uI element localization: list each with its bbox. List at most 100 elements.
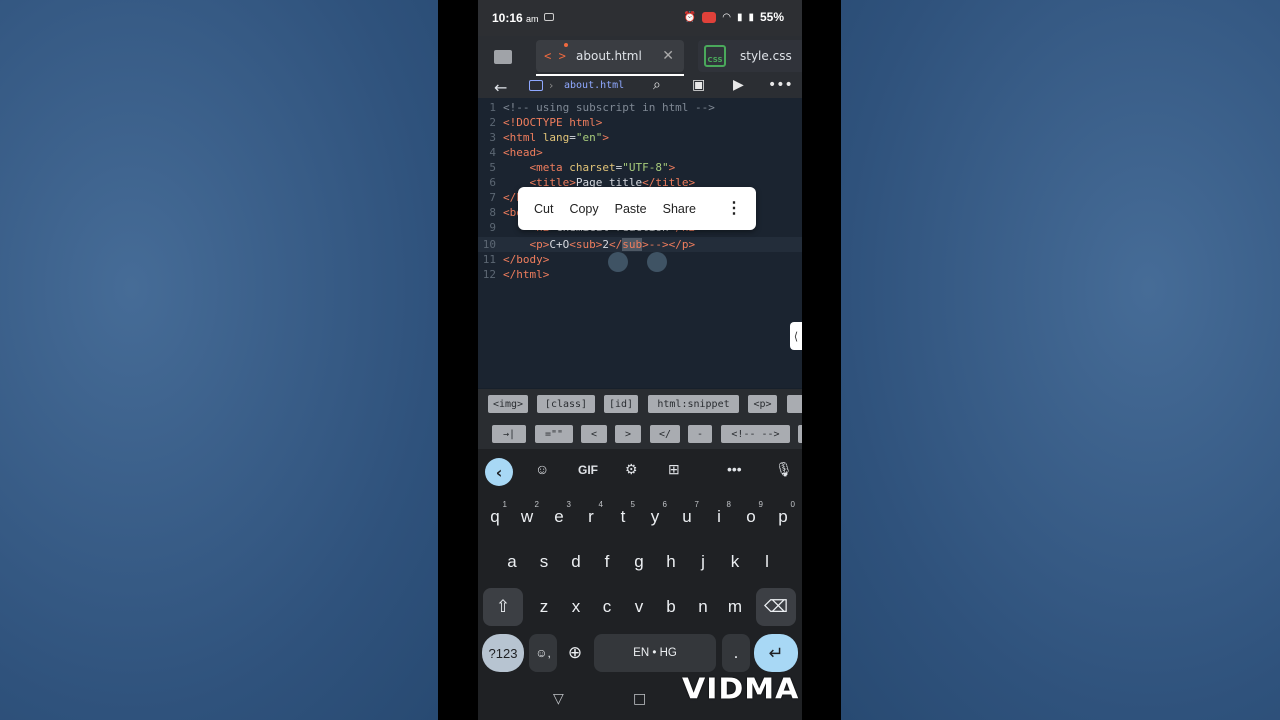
sticker-icon[interactable]: ☺	[535, 461, 549, 477]
key-h[interactable]: h	[657, 543, 685, 581]
key-w[interactable]: w2	[513, 498, 541, 536]
snippet-bar: <img> [class] [id] html:snippet <p>	[478, 389, 802, 419]
soft-keyboard: ‹ ☺ GIF ⚙ ⊞ ••• 🎙 q1 w2 e3 r4 t5 y6 u7 i…	[478, 449, 802, 685]
period-key[interactable]: .	[722, 634, 750, 672]
share-button[interactable]: Share	[663, 202, 696, 216]
selection-handle-right[interactable]	[647, 252, 667, 272]
enter-icon[interactable]: ↵	[754, 634, 798, 672]
microphone-icon[interactable]: 🎙	[775, 461, 793, 478]
copy-button[interactable]: Copy	[569, 202, 598, 216]
key-k[interactable]: k	[721, 543, 749, 581]
key-g[interactable]: g	[625, 543, 653, 581]
run-icon[interactable]: ▶	[733, 77, 744, 93]
code-line: 2 <!DOCTYPE html>	[489, 116, 603, 129]
symbol-chip[interactable]: >	[615, 425, 641, 443]
screen-record-icon	[544, 13, 554, 21]
symbols-key[interactable]: ?123	[482, 634, 524, 672]
key-e[interactable]: e3	[545, 498, 573, 536]
nav-back-icon[interactable]: ▽	[553, 691, 564, 707]
search-icon[interactable]: ⌕	[653, 77, 661, 93]
code-line: 1 <!-- using subscript in html -->	[489, 101, 715, 114]
code-line: 3 <html lang="en">	[489, 131, 609, 144]
code-line-current: 10 <p>C+O<sub>2</sub>--></p>	[478, 237, 802, 252]
backspace-icon[interactable]: ⌫	[756, 588, 796, 626]
tab-style-css[interactable]: CSS style.css	[698, 40, 802, 72]
symbol-chip[interactable]: </	[650, 425, 680, 443]
space-key[interactable]: EN • HG	[594, 634, 716, 672]
selection-handle-left[interactable]	[608, 252, 628, 272]
snippet-chip[interactable]: [class]	[537, 395, 595, 413]
tab-about-html[interactable]: < > about.html ✕	[536, 40, 684, 76]
paste-button[interactable]: Paste	[615, 202, 647, 216]
symbol-chip[interactable]: <!-- -->	[721, 425, 790, 443]
snippet-chip[interactable]: <img>	[488, 395, 528, 413]
key-o[interactable]: o9	[737, 498, 765, 536]
translate-icon[interactable]: ⊞	[668, 461, 680, 478]
key-r[interactable]: r4	[577, 498, 605, 536]
keyboard-toolbar: ‹ ☺ GIF ⚙ ⊞ ••• 🎙	[478, 449, 802, 493]
key-l[interactable]: l	[753, 543, 781, 581]
more-horiz-icon[interactable]: •••	[727, 461, 742, 477]
phone-screen: 10:16 am ⏰ ◠ ▮ ▮ 55% < > about.html ✕ CS…	[478, 0, 802, 720]
editor-toolbar: ← › about.html ⌕ ▣ ▶ •••	[478, 76, 802, 98]
key-c[interactable]: c	[593, 588, 621, 626]
code-editor[interactable]: 1 <!-- using subscript in html --> 2 <!DOC…	[478, 98, 802, 388]
save-icon[interactable]: ▣	[692, 77, 705, 93]
tab-label: style.css	[740, 49, 792, 63]
key-d[interactable]: d	[562, 543, 590, 581]
breadcrumb-folder-icon	[529, 80, 543, 91]
nav-home-icon[interactable]: □	[633, 691, 646, 707]
tab-label: about.html	[576, 49, 642, 63]
snippet-chip[interactable]: <p>	[748, 395, 777, 413]
back-arrow-icon[interactable]: ←	[494, 78, 507, 97]
gif-button[interactable]: GIF	[578, 463, 598, 477]
globe-icon[interactable]: ⊕	[561, 634, 589, 672]
key-m[interactable]: m	[721, 588, 749, 626]
key-i[interactable]: i8	[705, 498, 733, 536]
symbol-chip[interactable]: =""	[535, 425, 573, 443]
key-y[interactable]: y6	[641, 498, 669, 536]
tab-key-chip[interactable]: →|	[492, 425, 526, 443]
more-vert-icon[interactable]: ⋮	[726, 200, 742, 216]
symbol-chip-partial[interactable]	[798, 425, 802, 443]
html-file-icon: < >	[542, 43, 568, 69]
symbol-bar: →| ="" < > </ - <!-- -->	[478, 419, 802, 449]
cut-button[interactable]: Cut	[534, 202, 553, 216]
breadcrumb[interactable]: about.html	[564, 80, 624, 91]
code-line: 5 <meta charset="UTF-8">	[489, 161, 676, 174]
snippet-chip[interactable]: [id]	[604, 395, 638, 413]
recording-icon	[702, 11, 717, 23]
folder-icon[interactable]	[490, 44, 518, 70]
snippet-chip-partial[interactable]	[787, 395, 802, 413]
key-u[interactable]: u7	[673, 498, 701, 536]
key-p[interactable]: p0	[769, 498, 797, 536]
background-right	[841, 0, 1280, 720]
key-x[interactable]: x	[562, 588, 590, 626]
key-q[interactable]: q1	[481, 498, 509, 536]
emoji-comma-key[interactable]: ☺,	[529, 634, 557, 672]
close-tab-icon[interactable]: ✕	[662, 48, 674, 64]
key-a[interactable]: a	[498, 543, 526, 581]
snippet-chip[interactable]: html:snippet	[648, 395, 739, 413]
chevron-left-icon[interactable]: ‹	[485, 458, 513, 486]
symbol-chip[interactable]: -	[688, 425, 712, 443]
key-b[interactable]: b	[657, 588, 685, 626]
battery-icon: ▮	[748, 11, 754, 23]
key-f[interactable]: f	[593, 543, 621, 581]
background-left	[0, 0, 438, 720]
key-z[interactable]: z	[530, 588, 558, 626]
symbol-chip[interactable]: <	[581, 425, 607, 443]
battery-percent: 55%	[759, 10, 784, 24]
more-options-icon[interactable]: •••	[768, 77, 793, 93]
signal-icon: ▮	[736, 11, 743, 23]
shift-key-icon[interactable]: ⇧	[483, 588, 523, 626]
alarm-icon: ⏰	[683, 11, 697, 23]
key-n[interactable]: n	[689, 588, 717, 626]
settings-gear-icon[interactable]: ⚙	[625, 461, 638, 478]
key-t[interactable]: t5	[609, 498, 637, 536]
key-j[interactable]: j	[689, 543, 717, 581]
side-panel-handle[interactable]: ⟨	[790, 322, 802, 350]
key-v[interactable]: v	[625, 588, 653, 626]
status-time: 10:16 am	[492, 11, 539, 25]
key-s[interactable]: s	[530, 543, 558, 581]
